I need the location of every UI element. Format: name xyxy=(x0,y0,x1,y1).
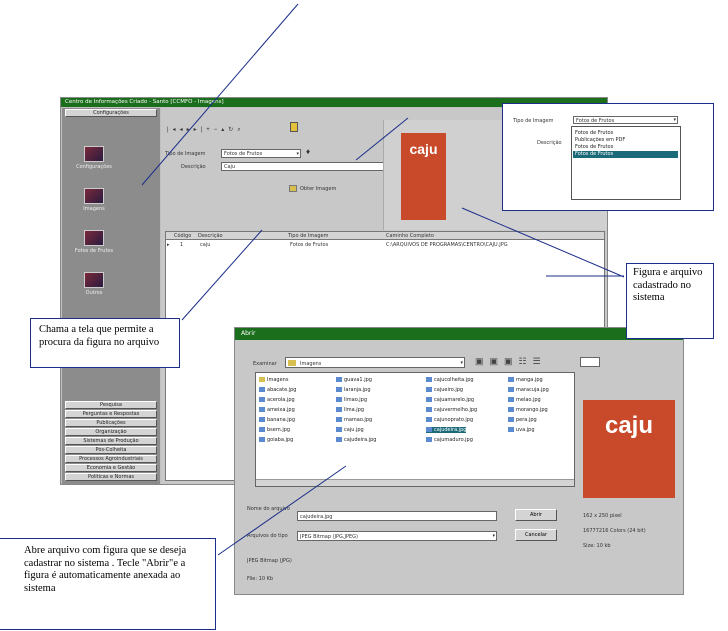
connector-lines xyxy=(141,3,625,556)
connector-line xyxy=(217,465,347,556)
annotation-figura: Figura e arquivo cadastrado no sistema xyxy=(626,263,714,339)
connector-line xyxy=(355,117,409,161)
annotation-abre: Abre arquivo com figura que se deseja ca… xyxy=(0,538,216,630)
connector-line xyxy=(181,229,263,321)
annotation-chama: Chama a tela que permite a procura da fi… xyxy=(30,318,180,368)
connector-line xyxy=(461,207,625,278)
connector-line xyxy=(141,3,299,186)
